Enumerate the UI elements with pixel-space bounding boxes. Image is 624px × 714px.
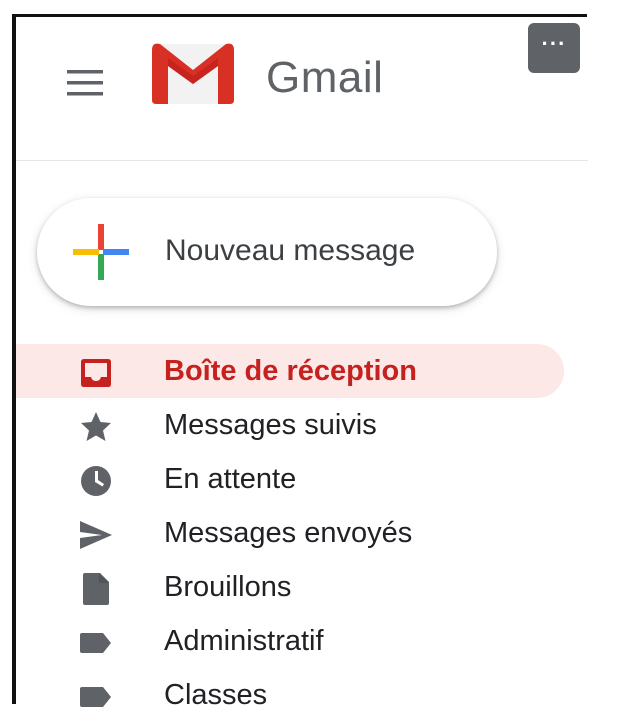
clock-icon: [78, 463, 114, 499]
sidebar-item-label: Messages suivis: [164, 409, 377, 441]
sidebar-item-administratif[interactable]: Administratif: [16, 614, 564, 668]
sidebar-item-drafts[interactable]: Brouillons: [16, 560, 564, 614]
inbox-icon: [78, 355, 114, 391]
star-icon: [78, 409, 114, 445]
sidebar-item-label: Classes: [164, 679, 268, 711]
compose-button[interactable]: Nouveau message: [37, 198, 497, 306]
sidebar-nav: Boîte de réception Messages suivis En at…: [16, 344, 588, 714]
sidebar-item-label: Boîte de réception: [164, 355, 417, 387]
main-menu-button[interactable]: [64, 62, 106, 104]
compose-label: Nouveau message: [165, 234, 416, 267]
sidebar-item-classes[interactable]: Classes: [16, 668, 564, 714]
send-icon: [78, 517, 114, 553]
sidebar-item-snoozed[interactable]: En attente: [16, 452, 564, 506]
label-icon: [78, 679, 114, 714]
gmail-logo-icon[interactable]: [150, 40, 236, 106]
label-icon: [78, 625, 114, 661]
plus-icon: [73, 224, 129, 280]
app-frame: ··· Gmail Nouveau message Boîte de récep…: [0, 0, 624, 714]
app-title: Gmail: [266, 53, 384, 102]
sidebar-item-label: En attente: [164, 463, 297, 495]
sidebar-item-starred[interactable]: Messages suivis: [16, 398, 564, 452]
draft-icon: [78, 571, 114, 607]
sidebar-item-label: Messages envoyés: [164, 517, 413, 549]
sidebar-item-sent[interactable]: Messages envoyés: [16, 506, 564, 560]
sidebar-item-label: Administratif: [164, 625, 324, 657]
sidebar-item-label: Brouillons: [164, 571, 292, 603]
hamburger-icon: [67, 70, 103, 96]
header-divider: [16, 160, 588, 161]
sidebar-item-inbox[interactable]: Boîte de réception: [16, 344, 564, 398]
